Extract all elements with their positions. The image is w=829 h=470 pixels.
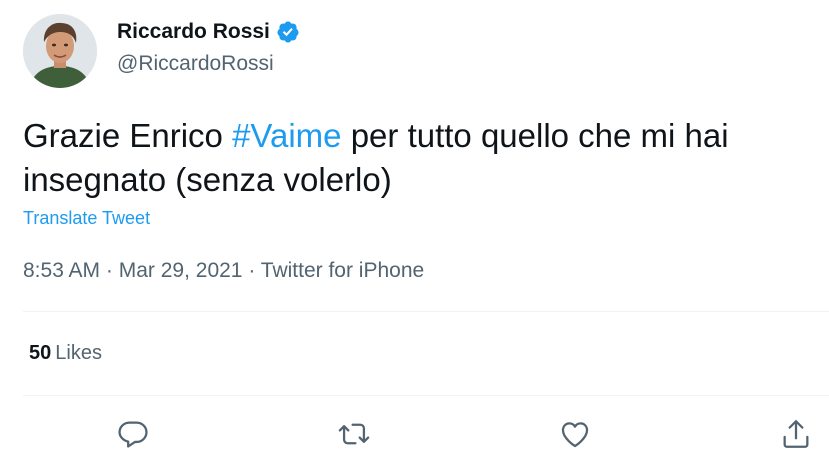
profile-photo-icon <box>23 14 97 88</box>
like-button[interactable] <box>553 412 597 456</box>
tweet-time[interactable]: 8:53 AM <box>23 259 100 282</box>
verified-badge-icon <box>276 20 300 44</box>
tweet-actions-bar <box>0 412 829 456</box>
likes-stat[interactable]: 50 Likes <box>29 342 102 365</box>
author-display-name[interactable]: Riccardo Rossi <box>117 20 270 44</box>
likes-label: Likes <box>55 342 102 364</box>
translate-tweet-link[interactable]: Translate Tweet <box>23 208 150 229</box>
reply-button[interactable] <box>111 412 155 456</box>
divider <box>23 395 829 396</box>
likes-count: 50 <box>29 342 52 364</box>
divider <box>23 311 829 312</box>
tweet-text: Grazie Enrico #Vaime per tutto quello ch… <box>23 114 813 202</box>
meta-separator: · <box>100 259 119 282</box>
author-name-row: Riccardo Rossi <box>117 20 300 44</box>
share-icon <box>783 420 809 448</box>
avatar[interactable] <box>23 14 97 88</box>
retweet-button[interactable] <box>332 412 376 456</box>
reply-icon <box>118 421 148 448</box>
tweet-date[interactable]: Mar 29, 2021 <box>119 259 243 282</box>
like-icon <box>561 422 589 448</box>
meta-separator: · <box>242 259 261 282</box>
tweet-text-before: Grazie Enrico <box>23 117 233 154</box>
retweet-icon <box>338 423 370 445</box>
tweet-source[interactable]: Twitter for iPhone <box>261 259 424 282</box>
tweet-metadata: 8:53 AM · Mar 29, 2021 · Twitter for iPh… <box>23 259 424 283</box>
author-handle[interactable]: @RiccardoRossi <box>117 52 274 76</box>
share-button[interactable] <box>774 412 818 456</box>
hashtag-link[interactable]: #Vaime <box>232 117 341 154</box>
